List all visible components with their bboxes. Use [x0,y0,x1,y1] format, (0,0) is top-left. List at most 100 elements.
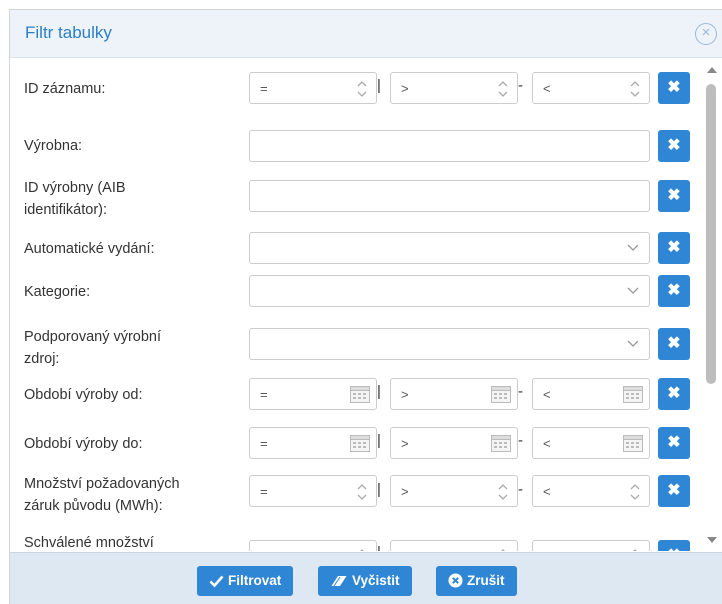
clear-period-to-button[interactable]: ✖ [658,427,690,459]
row-plant: Výrobna: ✖ [10,121,700,162]
close-icon[interactable]: × [695,23,717,45]
spinner-icon[interactable] [356,482,368,502]
scroll-up-arrow-icon[interactable] [707,67,717,73]
requested-qty-label-line1: Množství požadovaných [24,476,180,492]
category-label: Kategorie: [24,284,91,300]
dialog-footer: Filtrovat Vyčistit Zrušit [10,552,722,604]
period-to-lt-input[interactable]: < [532,427,650,459]
clear-plant-button[interactable]: ✖ [658,130,690,162]
row-record-id: ID záznamu: = | > - < ✖ [10,72,700,106]
clear-record-id-button[interactable]: ✖ [658,72,690,104]
record-id-lt-input[interactable]: < [532,72,650,104]
calendar-icon[interactable] [490,384,512,404]
plant-input[interactable] [249,130,650,162]
record-id-label: ID záznamu: [24,81,106,97]
period-from-label: Období výroby od: [24,387,143,403]
filter-button[interactable]: Filtrovat [197,566,294,596]
x-icon: ✖ [667,335,681,352]
chevron-down-icon [627,337,639,349]
row-category: Kategorie: ✖ [10,275,700,309]
auto-release-select[interactable] [249,232,650,264]
calendar-icon[interactable] [622,384,644,404]
clear-filter-button[interactable]: Vyčistit [318,566,412,596]
pipe-separator: | [377,383,381,400]
pipe-separator: | [377,432,381,449]
dash-separator: - [518,383,523,400]
period-from-gt-input[interactable]: > [390,378,518,410]
filter-dialog: Filtr tabulky × ID záznamu: = | > - < ✖ [9,9,722,604]
dash-separator: - [518,544,523,551]
calendar-icon[interactable] [622,433,644,453]
row-period-to: Období výroby do: = | > - < ✖ [10,427,700,461]
clear-auto-release-button[interactable]: ✖ [658,232,690,264]
scroll-thumb[interactable] [706,84,716,384]
supported-source-select[interactable] [249,328,650,360]
row-supported-source: Podporovaný výrobní zdroj: ✖ [10,326,700,372]
pipe-separator: | [377,481,381,498]
dash-separator: - [518,432,523,449]
dash-separator: - [518,481,523,498]
period-from-lt-input[interactable]: < [532,378,650,410]
record-id-eq-input[interactable]: = [249,72,377,104]
x-icon: ✖ [667,434,681,451]
x-icon: ✖ [667,187,681,204]
dialog-header: Filtr tabulky × [10,10,722,58]
period-to-gt-input[interactable]: > [390,427,518,459]
x-icon: ✖ [667,137,681,154]
record-id-gt-input[interactable]: > [390,72,518,104]
eraser-icon [331,576,347,587]
requested-qty-lt-input[interactable]: < [532,475,650,507]
scroll-down-arrow-icon[interactable] [707,537,717,543]
dialog-title: Filtr tabulky [25,23,112,42]
cancel-circle-icon [448,573,463,588]
spinner-icon[interactable] [497,79,509,99]
period-from-eq-input[interactable]: = [249,378,377,410]
clear-approved-qty-button[interactable]: ✖ [658,540,690,551]
supported-source-label-line1: Podporovaný výrobní [24,329,162,345]
clear-supported-source-button[interactable]: ✖ [658,328,690,360]
spinner-icon[interactable] [497,547,509,551]
approved-qty-eq-input[interactable]: = [249,540,377,551]
requested-qty-gt-input[interactable]: > [390,475,518,507]
spinner-icon[interactable] [356,547,368,551]
x-icon: ✖ [667,79,681,96]
x-icon: ✖ [667,385,681,402]
period-to-label: Období výroby do: [24,436,143,452]
calendar-icon[interactable] [349,384,371,404]
approved-qty-lt-input[interactable]: < [532,540,650,551]
supported-source-label-line2: zdroj: [24,351,60,367]
spinner-icon[interactable] [629,482,641,502]
requested-qty-label-line2: záruk původu (MWh): [24,498,163,514]
clear-category-button[interactable]: ✖ [658,275,690,307]
clear-requested-qty-button[interactable]: ✖ [658,475,690,507]
approved-qty-gt-input[interactable]: > [390,540,518,551]
vertical-scrollbar[interactable] [701,59,722,551]
spinner-icon[interactable] [497,482,509,502]
plant-id-input[interactable] [249,180,650,212]
spinner-icon[interactable] [629,547,641,551]
x-icon: ✖ [667,239,681,256]
cancel-button[interactable]: Zrušit [436,566,517,596]
clear-period-from-button[interactable]: ✖ [658,378,690,410]
requested-qty-eq-input[interactable]: = [249,475,377,507]
pipe-separator: | [377,544,381,551]
x-icon: ✖ [667,482,681,499]
row-auto-release: Automatické vydání: ✖ [10,232,700,266]
row-plant-id: ID výrobny (AIB identifikátor): ✖ [10,177,700,223]
row-period-from: Období výroby od: = | > - < ✖ [10,378,700,412]
pipe-separator: | [377,77,381,94]
x-icon: ✖ [667,547,680,551]
spinner-icon[interactable] [629,79,641,99]
plant-id-label-line1: ID výrobny (AIB [24,180,126,196]
chevron-down-icon [627,284,639,296]
plant-label: Výrobna: [24,138,83,154]
row-approved-qty: Schválené množství = | > - < ✖ [10,532,700,551]
calendar-icon[interactable] [490,433,512,453]
x-icon: ✖ [667,282,681,299]
clear-plant-id-button[interactable]: ✖ [658,180,690,212]
plant-id-label-line2: identifikátor): [24,202,108,218]
category-select[interactable] [249,275,650,307]
spinner-icon[interactable] [356,79,368,99]
calendar-icon[interactable] [349,433,371,453]
period-to-eq-input[interactable]: = [249,427,377,459]
